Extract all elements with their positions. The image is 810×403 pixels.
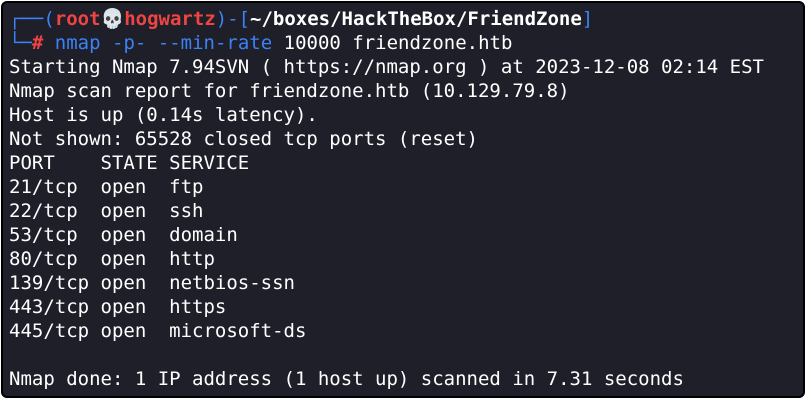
prompt-close-bracket: ] — [581, 8, 594, 30]
output-host-up: Host is up (0.14s latency). — [9, 104, 318, 126]
terminal-window[interactable]: ┌──(root💀hogwartz)-[~/boxes/HackTheBox/F… — [1, 1, 805, 398]
prompt-separator: )-[ — [215, 8, 251, 30]
output-done: Nmap done: 1 IP address (1 host up) scan… — [9, 368, 684, 390]
prompt-line-2[interactable]: └─# nmap -p- --min-rate 10000 friendzone… — [9, 31, 803, 55]
output-port-row: 22/tcp open ssh — [9, 200, 204, 222]
output-port-row: 21/tcp open ftp — [9, 176, 204, 198]
prompt-corner-bottom: └─ — [9, 32, 32, 54]
prompt-hash: # — [31, 32, 44, 54]
prompt-user: root — [54, 8, 101, 30]
command-flag-min-rate: --min-rate — [157, 32, 273, 54]
prompt-path: ~/boxes/HackTheBox/FriendZone — [250, 8, 582, 30]
output-report: Nmap scan report for friendzone.htb (10.… — [9, 80, 570, 102]
output-port-row: 80/tcp open http — [9, 248, 215, 270]
skull-icon: 💀 — [100, 8, 125, 30]
command-args: 10000 friendzone.htb — [283, 32, 513, 54]
prompt-corner-top: ┌──( — [9, 8, 55, 30]
prompt-host: hogwartz — [124, 8, 216, 30]
output-port-header: PORT STATE SERVICE — [9, 152, 250, 174]
output-starting: Starting Nmap 7.94SVN ( https://nmap.org… — [9, 56, 764, 78]
command-flag-ports: -p- — [112, 32, 147, 54]
command-name: nmap — [54, 32, 101, 54]
output-port-row: 443/tcp open https — [9, 296, 227, 318]
prompt-line-1: ┌──(root💀hogwartz)-[~/boxes/HackTheBox/F… — [9, 7, 803, 31]
output-port-row: 445/tcp open microsoft-ds — [9, 320, 307, 342]
output-port-row: 139/tcp open netbios-ssn — [9, 272, 295, 294]
output-not-shown: Not shown: 65528 closed tcp ports (reset… — [9, 128, 478, 150]
output-port-row: 53/tcp open domain — [9, 224, 238, 246]
